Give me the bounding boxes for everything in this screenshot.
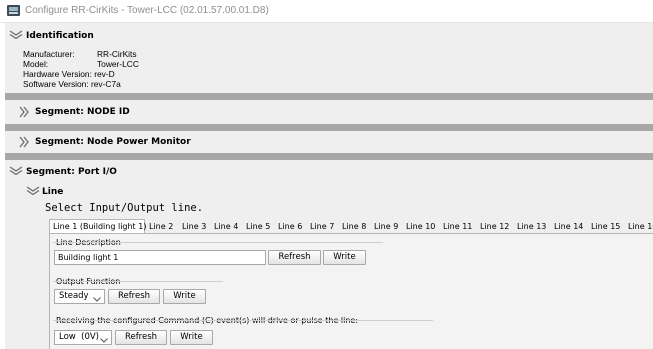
tab-line-5[interactable]: Line 5 xyxy=(242,219,274,232)
info-label: Model: xyxy=(23,59,49,69)
info-label: Software Version: xyxy=(23,79,89,89)
group-border xyxy=(53,242,383,243)
line-select-heading: Select Input/Output line. xyxy=(45,202,204,214)
tab-line-16[interactable]: Line 16 xyxy=(624,219,653,232)
window-title: Configure RR-CirKits - Tower-LCC (02.01.… xyxy=(25,5,269,16)
separator xyxy=(5,153,653,160)
line-description-input[interactable]: Building light 1 xyxy=(54,250,266,265)
double-chevron-down-icon[interactable] xyxy=(9,166,23,176)
line-group-title: Line xyxy=(42,187,64,197)
segment-power-monitor-header[interactable]: Segment: Node Power Monitor xyxy=(5,133,653,149)
tab-line-10[interactable]: Line 10 xyxy=(402,219,439,232)
line-group-header[interactable]: Line xyxy=(5,183,653,199)
command-event-write-button[interactable]: Write xyxy=(170,330,213,345)
double-chevron-down-icon[interactable] xyxy=(9,30,23,40)
group-border xyxy=(53,320,433,321)
info-value: RR-CirKits xyxy=(97,49,137,59)
command-event-value: Low (0V) xyxy=(59,332,99,342)
info-label: Hardware Version: xyxy=(23,69,92,79)
tab-line-1[interactable]: Line 1 (Building light 1) xyxy=(49,219,146,234)
output-function-write-button[interactable]: Write xyxy=(163,289,206,304)
segment-title: Segment: Node Power Monitor xyxy=(35,137,191,147)
tab-line-7[interactable]: Line 7 xyxy=(306,219,338,232)
separator xyxy=(5,124,653,131)
tab-line-4[interactable]: Line 4 xyxy=(210,219,242,232)
chevron-down-icon xyxy=(100,335,108,348)
segment-node-id-header[interactable]: Segment: NODE ID xyxy=(5,103,653,119)
info-value: rev-D xyxy=(94,69,115,79)
segment-title: Segment: NODE ID xyxy=(35,107,130,117)
chevron-down-icon xyxy=(93,294,101,307)
tab-line-11[interactable]: Line 11 xyxy=(439,219,476,232)
double-chevron-right-icon[interactable] xyxy=(19,106,33,118)
info-label: Manufacturer: xyxy=(23,49,75,59)
tab-line-15[interactable]: Line 15 xyxy=(587,219,624,232)
line-description-refresh-button[interactable]: Refresh xyxy=(268,250,321,265)
info-row-software: Software Version: rev-C7a xyxy=(23,79,121,89)
info-row-model: Model: Tower-LCC xyxy=(23,59,139,69)
tab-content-panel: Line Description Building light 1 Refres… xyxy=(49,233,653,349)
app-icon xyxy=(7,5,20,16)
title-bar: Configure RR-CirKits - Tower-LCC (02.01.… xyxy=(0,0,653,23)
identification-header[interactable]: Identification xyxy=(5,27,653,43)
tab-line-3[interactable]: Line 3 xyxy=(178,219,210,232)
tab-line-2[interactable]: Line 2 xyxy=(145,219,178,232)
line-description-write-button[interactable]: Write xyxy=(323,250,366,265)
info-row-hardware: Hardware Version: rev-D xyxy=(23,69,115,79)
tab-line-13[interactable]: Line 13 xyxy=(513,219,550,232)
command-event-select[interactable]: Low (0V) xyxy=(54,330,112,345)
double-chevron-right-icon[interactable] xyxy=(19,136,33,148)
segment-title: Segment: Port I/O xyxy=(26,167,117,177)
tab-line-14[interactable]: Line 14 xyxy=(550,219,587,232)
output-function-select[interactable]: Steady xyxy=(54,289,105,304)
output-function-refresh-button[interactable]: Refresh xyxy=(108,289,160,304)
tab-line-8[interactable]: Line 8 xyxy=(338,219,370,232)
identification-title: Identification xyxy=(26,31,94,41)
command-event-refresh-button[interactable]: Refresh xyxy=(115,330,167,345)
output-function-value: Steady xyxy=(59,291,89,301)
tab-line-9[interactable]: Line 9 xyxy=(370,219,402,232)
info-value: rev-C7a xyxy=(90,79,121,89)
tab-line-6[interactable]: Line 6 xyxy=(274,219,306,232)
separator xyxy=(5,93,653,100)
info-value: Tower-LCC xyxy=(97,59,139,69)
segment-port-io-header[interactable]: Segment: Port I/O xyxy=(5,163,653,179)
double-chevron-down-icon[interactable] xyxy=(26,186,40,196)
tab-line-12[interactable]: Line 12 xyxy=(476,219,513,232)
info-row-manufacturer: Manufacturer: RR-CirKits xyxy=(23,49,137,59)
config-panel: Identification Manufacturer: RR-CirKits M… xyxy=(5,23,653,349)
group-border xyxy=(53,281,223,282)
